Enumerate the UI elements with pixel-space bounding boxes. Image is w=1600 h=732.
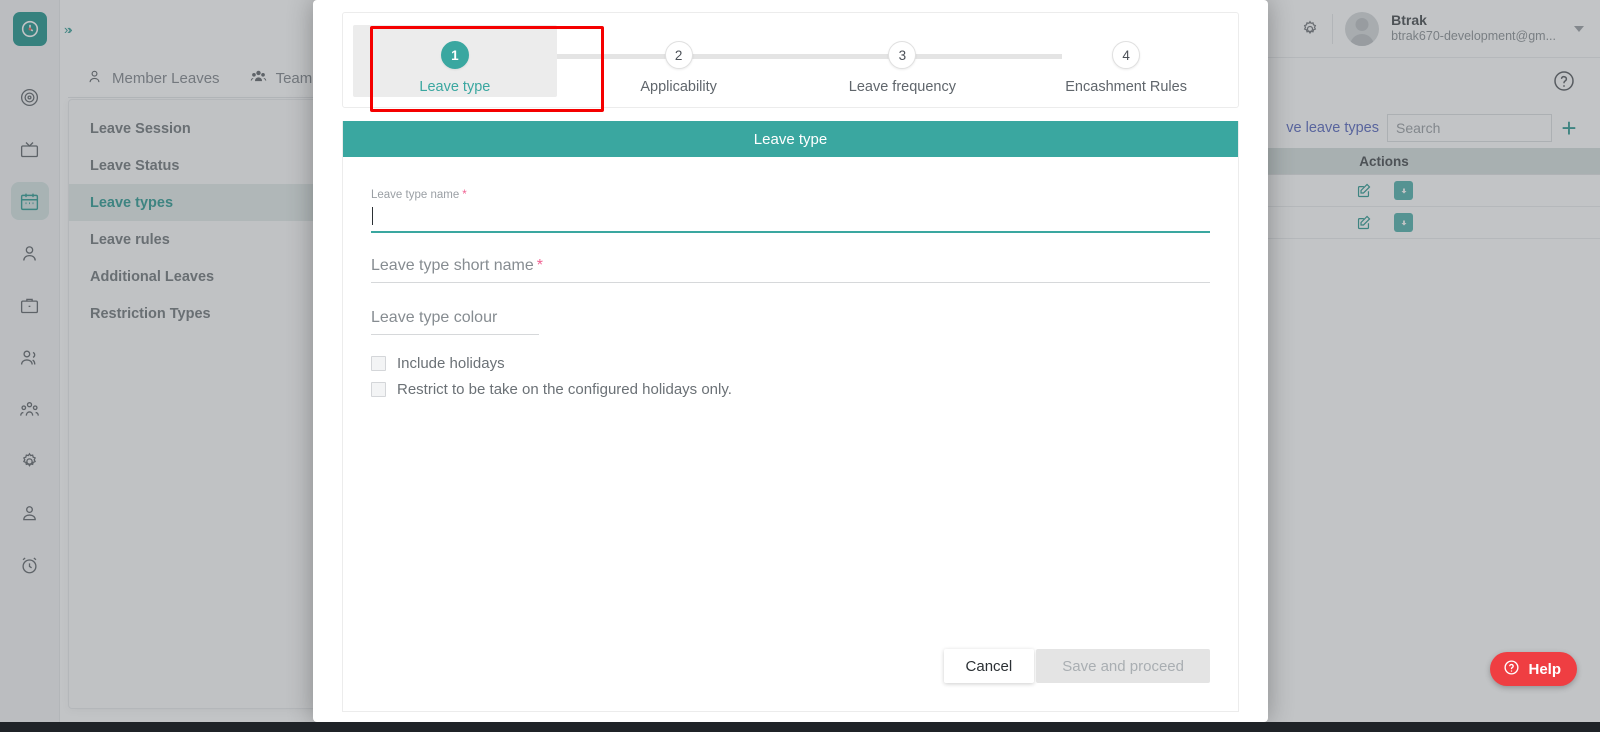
field-label-text: Leave type colour xyxy=(371,309,497,326)
step-number: 4 xyxy=(1112,41,1140,69)
step-applicability[interactable]: 2 Applicability xyxy=(567,13,791,109)
step-number: 3 xyxy=(888,41,916,69)
step-label: Leave type xyxy=(419,79,490,95)
leave-type-short-name-input[interactable]: Leave type short name* xyxy=(371,257,1210,283)
form-actions: Cancel Save and proceed xyxy=(343,649,1238,711)
step-label: Applicability xyxy=(640,79,717,95)
checkbox-restrict-configured-holidays[interactable]: Restrict to be take on the configured ho… xyxy=(371,381,1210,398)
step-label: Leave frequency xyxy=(849,79,956,95)
checkbox-box[interactable] xyxy=(371,356,386,371)
wizard-stepper: 1 Leave type 2 Applicability 3 Leave fre… xyxy=(342,12,1239,108)
checkbox-label: Restrict to be take on the configured ho… xyxy=(397,381,732,398)
card-title: Leave type xyxy=(343,121,1238,157)
text-caret xyxy=(372,207,373,225)
form-body: Leave type name* Leave type short name* … xyxy=(343,157,1238,649)
help-label: Help xyxy=(1528,661,1561,678)
step-label: Encashment Rules xyxy=(1065,79,1187,95)
leave-type-wizard-modal: 1 Leave type 2 Applicability 3 Leave fre… xyxy=(313,0,1268,722)
form-spacer xyxy=(371,407,1210,649)
field-label-text: Leave type short name xyxy=(371,257,534,274)
checkbox-label: Include holidays xyxy=(397,355,505,372)
checkbox-include-holidays[interactable]: Include holidays xyxy=(371,355,1210,372)
step-number: 2 xyxy=(665,41,693,69)
step-encashment-rules[interactable]: 4 Encashment Rules xyxy=(1014,13,1238,109)
field-leave-type-name: Leave type name* xyxy=(371,189,1210,233)
question-circle-icon xyxy=(1503,659,1520,680)
help-widget-button[interactable]: Help xyxy=(1490,652,1577,686)
save-and-proceed-button[interactable]: Save and proceed xyxy=(1036,649,1210,683)
field-label-text: Leave type name xyxy=(371,189,459,201)
field-leave-type-colour: Leave type colour xyxy=(371,309,1210,335)
required-marker: * xyxy=(537,257,543,274)
leave-type-name-input[interactable] xyxy=(371,205,1210,233)
leave-type-form-card: Leave type Leave type name* Leave type s… xyxy=(342,121,1239,712)
field-leave-type-short-name: Leave type short name* xyxy=(371,257,1210,283)
app-root: »› Member Leaves Team xyxy=(0,0,1600,732)
bottom-bar xyxy=(0,722,1600,732)
step-leave-frequency[interactable]: 3 Leave frequency xyxy=(791,13,1015,109)
field-label: Leave type name* xyxy=(371,189,1210,201)
required-marker: * xyxy=(462,189,466,201)
step-leave-type[interactable]: 1 Leave type xyxy=(343,13,567,109)
leave-type-colour-input[interactable]: Leave type colour xyxy=(371,309,539,335)
checkbox-box[interactable] xyxy=(371,382,386,397)
step-number: 1 xyxy=(441,41,469,69)
cancel-button[interactable]: Cancel xyxy=(944,649,1035,683)
